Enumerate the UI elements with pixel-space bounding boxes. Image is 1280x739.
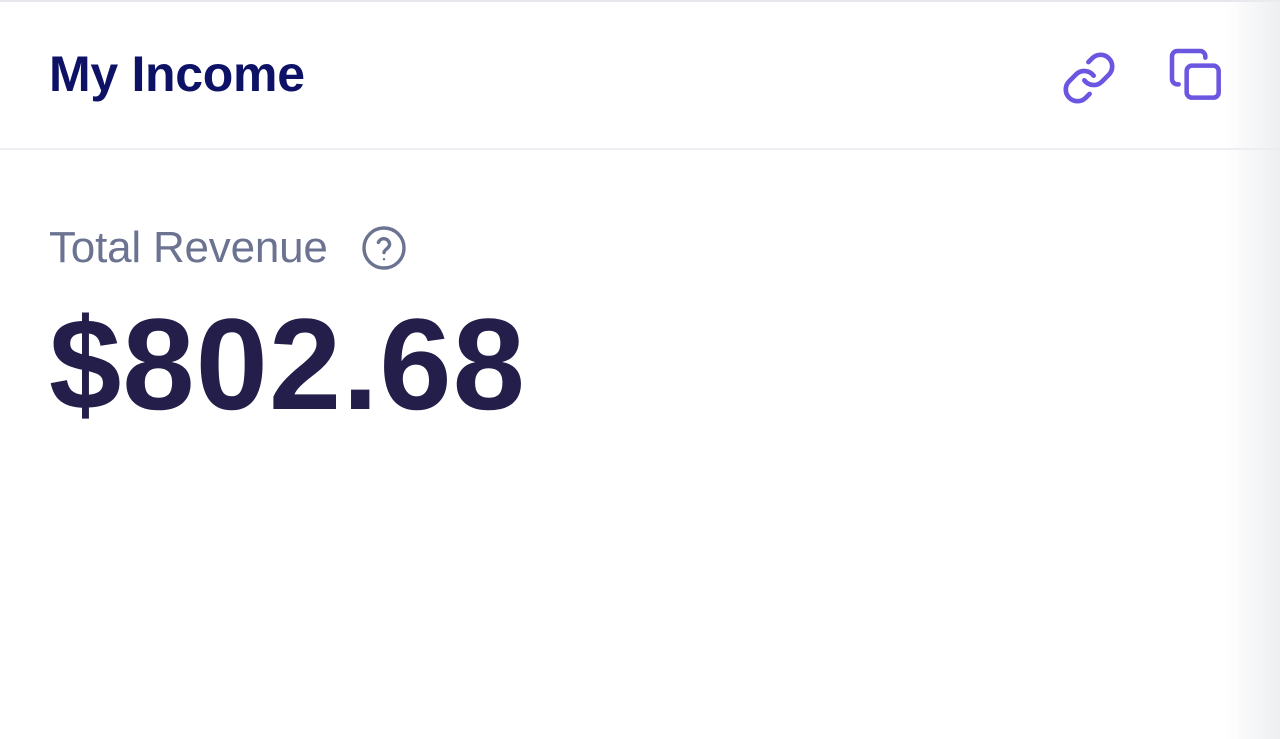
card-title: My Income bbox=[49, 46, 305, 102]
question-circle-icon bbox=[362, 226, 406, 270]
total-revenue-label: Total Revenue bbox=[49, 223, 328, 272]
revenue-section: Total Revenue $802.68 bbox=[49, 220, 526, 434]
copy-button[interactable] bbox=[1164, 43, 1228, 107]
total-revenue-amount: $802.68 bbox=[49, 291, 526, 437]
income-card: My Income Total Revenue $802.68 bbox=[0, 0, 1280, 739]
revenue-label-row: Total Revenue bbox=[49, 220, 526, 276]
copy-icon bbox=[1169, 48, 1221, 100]
link-icon bbox=[1063, 52, 1115, 104]
revenue-help-button[interactable] bbox=[360, 224, 408, 272]
copy-link-button[interactable] bbox=[1057, 46, 1121, 110]
card-header: My Income bbox=[0, 2, 1280, 150]
